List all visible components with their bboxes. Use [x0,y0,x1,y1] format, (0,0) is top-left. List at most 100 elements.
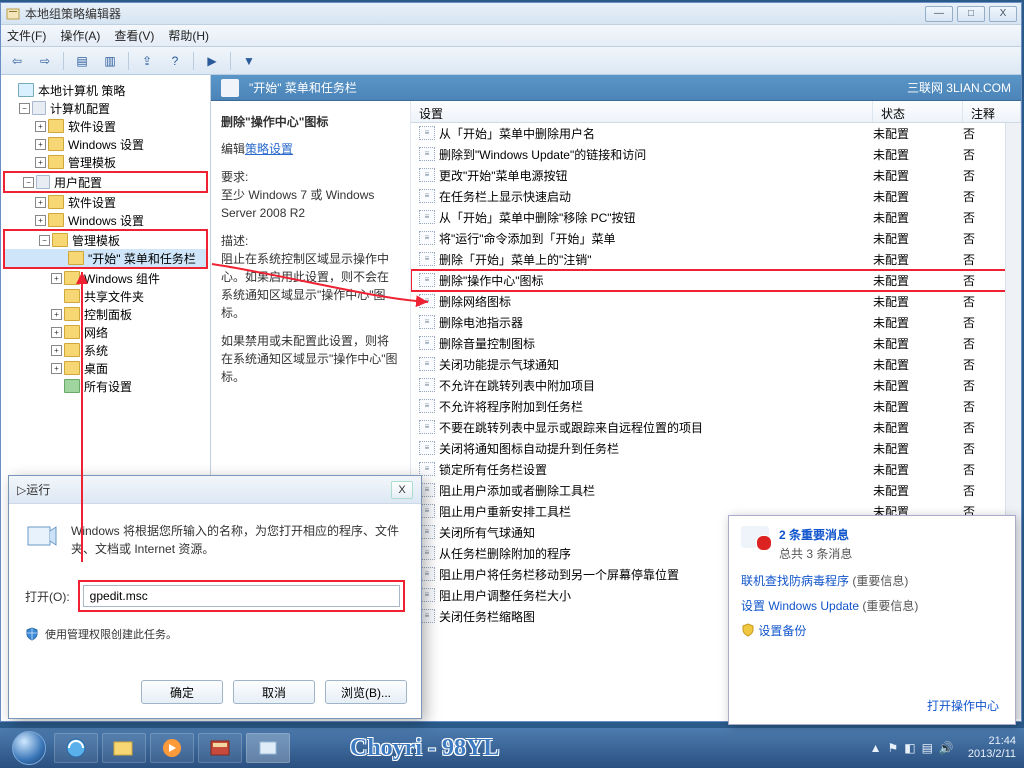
list-item[interactable]: ≡删除电池指示器未配置否 [411,312,1021,333]
policy-icon: ≡ [419,126,435,140]
run-titlebar[interactable]: ▷ 运行 X [9,476,421,504]
taskbar-gpedit[interactable] [246,733,290,763]
tree-item[interactable]: +控制面板 [1,305,210,323]
open-label: 打开(O): [25,588,70,605]
watermark: 三联网 3LIAN.COM [907,79,1011,96]
taskbar-media[interactable] [150,733,194,763]
list-item[interactable]: ≡删除「开始」菜单上的"注销"未配置否 [411,249,1021,270]
tree-computer-config[interactable]: −计算机配置 [1,99,210,117]
menu-help[interactable]: 帮助(H) [168,27,209,44]
policy-icon: ≡ [419,273,435,287]
tree-item[interactable]: +Windows 组件 [1,269,210,287]
open-action-center-link[interactable]: 打开操作中心 [927,697,999,714]
tree-item[interactable]: +桌面 [1,359,210,377]
setting-state: 未配置 [873,461,963,478]
col-setting[interactable]: 设置 [411,101,873,122]
tree-item[interactable]: +软件设置 [1,117,210,135]
filter-icon[interactable]: ▼ [239,51,259,71]
taskbar: Choyri - 98YL ▲ ⚑ ◧ ▤ 🔊 21:442013/2/11 [0,728,1024,768]
clock[interactable]: 21:442013/2/11 [968,735,1016,761]
detail-header: "开始" 菜单和任务栏 三联网 3LIAN.COM [211,75,1021,101]
policy-icon: ≡ [419,336,435,350]
close-button[interactable]: X [989,6,1017,22]
list-item[interactable]: ≡删除"操作中心"图标未配置否 [411,270,1021,291]
flag-icon[interactable]: ⚑ [887,741,898,755]
tree-item[interactable]: +管理模板 [1,153,210,171]
tray-arrow-icon[interactable]: ▲ [870,741,882,755]
app-icon [5,6,21,22]
policy-icon: ≡ [419,315,435,329]
tree-admin-templates[interactable]: −管理模板 [5,231,206,249]
ok-button[interactable]: 确定 [141,680,223,704]
tree-item[interactable]: +系统 [1,341,210,359]
list-icon[interactable]: ▥ [100,51,120,71]
list-item[interactable]: ≡阻止用户添加或者删除工具栏未配置否 [411,480,1021,501]
tree-item[interactable]: +Windows 设置 [1,135,210,153]
volume-icon[interactable]: 🔊 [939,741,954,755]
play-icon[interactable]: ▶ [202,51,222,71]
help-icon[interactable]: ? [165,51,185,71]
setting-state: 未配置 [873,377,963,394]
network-icon[interactable]: ▤ [922,741,933,755]
list-item[interactable]: ≡关闭将通知图标自动提升到任务栏未配置否 [411,438,1021,459]
close-icon[interactable]: X [391,481,413,499]
taskbar-app[interactable] [198,733,242,763]
list-item[interactable]: ≡不允许将程序附加到任务栏未配置否 [411,396,1021,417]
taskbar-ie[interactable] [54,733,98,763]
col-state[interactable]: 状态 [873,101,963,122]
list-item[interactable]: ≡不要在跳转列表中显示或跟踪来自远程位置的项目未配置否 [411,417,1021,438]
list-item[interactable]: ≡删除网络图标未配置否 [411,291,1021,312]
menu-action[interactable]: 操作(A) [60,27,100,44]
tree-item[interactable]: +网络 [1,323,210,341]
tree-start-taskbar[interactable]: "开始" 菜单和任务栏 [5,249,206,267]
list-item[interactable]: ≡从「开始」菜单中删除"移除 PC"按钮未配置否 [411,207,1021,228]
col-note[interactable]: 注释 [963,101,1021,122]
system-tray[interactable]: ▲ ⚑ ◧ ▤ 🔊 21:442013/2/11 [870,735,1016,761]
list-item[interactable]: ≡删除到"Windows Update"的链接和访问未配置否 [411,144,1021,165]
minimize-button[interactable]: — [925,6,953,22]
cancel-button[interactable]: 取消 [233,680,315,704]
setting-state: 未配置 [873,125,963,142]
list-item[interactable]: ≡在任务栏上显示快速启动未配置否 [411,186,1021,207]
ac-link-antivirus[interactable]: 联机查找防病毒程序 (重要信息) [729,568,1015,593]
edit-policy-link[interactable]: 策略设置 [245,142,293,156]
tree-user-config[interactable]: −用户配置 [5,173,206,191]
list-item[interactable]: ≡从「开始」菜单中删除用户名未配置否 [411,123,1021,144]
list-item[interactable]: ≡更改"开始"菜单电源按钮未配置否 [411,165,1021,186]
run-input[interactable] [83,585,400,607]
tree-item[interactable]: 共享文件夹 [1,287,210,305]
browse-button[interactable]: 浏览(B)... [325,680,407,704]
setting-state: 未配置 [873,293,963,310]
forward-icon[interactable]: ⇨ [35,51,55,71]
taskbar-explorer[interactable] [102,733,146,763]
setting-state: 未配置 [873,230,963,247]
menu-file[interactable]: 文件(F) [7,27,46,44]
tree-root[interactable]: 本地计算机 策略 [1,81,210,99]
policy-icon: ≡ [419,420,435,434]
list-item[interactable]: ≡不允许在跳转列表中附加项目未配置否 [411,375,1021,396]
list-item[interactable]: ≡将"运行"命令添加到「开始」菜单未配置否 [411,228,1021,249]
ac-link-backup[interactable]: 设置备份 [729,618,1015,643]
tree-item[interactable]: +软件设置 [1,193,210,211]
list-item[interactable]: ≡删除音量控制图标未配置否 [411,333,1021,354]
start-button[interactable] [8,728,50,768]
ac-link-update[interactable]: 设置 Windows Update (重要信息) [729,593,1015,618]
run-dialog: ▷ 运行 X Windows 将根据您所输入的名称，为您打开相应的程序、文件夹、… [8,475,422,719]
titlebar[interactable]: 本地组策略编辑器 — □ X [1,3,1021,25]
tree-item[interactable]: +Windows 设置 [1,211,210,229]
menu-view[interactable]: 查看(V) [114,27,154,44]
action-center-popup: 2 条重要消息 总共 3 条消息 联机查找防病毒程序 (重要信息) 设置 Win… [728,515,1016,725]
tree-item[interactable]: 所有设置 [1,377,210,395]
tray-icon[interactable]: ◧ [904,741,915,755]
maximize-button[interactable]: □ [957,6,985,22]
setting-state: 未配置 [873,314,963,331]
list-item[interactable]: ≡关闭功能提示气球通知未配置否 [411,354,1021,375]
folder-icon[interactable]: ▤ [72,51,92,71]
run-icon: ▷ [17,483,26,497]
list-item[interactable]: ≡锁定所有任务栏设置未配置否 [411,459,1021,480]
policy-icon: ≡ [419,294,435,308]
back-icon[interactable]: ⇦ [7,51,27,71]
folder-icon [221,79,239,97]
watermark-brand: Choyri - 98YL [350,735,499,762]
export-icon[interactable]: ⇪ [137,51,157,71]
